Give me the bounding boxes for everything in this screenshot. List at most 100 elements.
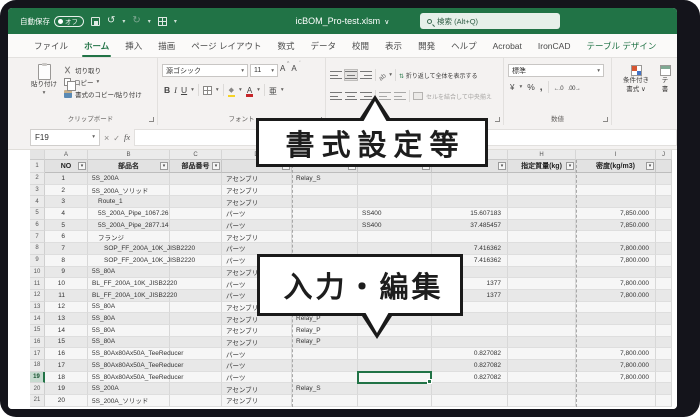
paste-button[interactable]: 貼り付け ▾ [28, 62, 60, 113]
cut-button[interactable]: 切り取り [64, 65, 142, 75]
column-header-NO[interactable]: NO▾ [45, 160, 88, 173]
cell-H2[interactable] [508, 173, 576, 185]
cell-H10[interactable] [508, 267, 576, 279]
cell-A12[interactable]: 11 [45, 290, 88, 302]
column-header-指定質量(kg)[interactable]: 指定質量(kg)▾ [508, 160, 576, 173]
cell-C13[interactable] [170, 302, 222, 314]
cell-D21[interactable]: アセンブリ [222, 395, 292, 407]
decrease-decimal-icon[interactable] [568, 83, 580, 92]
increase-indent-icon[interactable] [394, 91, 406, 101]
qat-customize-icon[interactable] [158, 17, 167, 26]
conditional-formatting-button[interactable]: 条件付き 書式 ∨ [616, 62, 656, 93]
fill-color-caret-icon[interactable]: ▾ [239, 87, 242, 93]
undo-caret-icon[interactable]: ▾ [122, 18, 125, 25]
cell-G21[interactable] [432, 395, 508, 407]
cell-B3[interactable]: 5S_200A_ソリッド [88, 185, 170, 197]
cell-H14[interactable] [508, 313, 576, 325]
filter-icon[interactable]: ▾ [160, 162, 168, 170]
cell-I13[interactable] [576, 302, 656, 314]
row-header-21[interactable]: 21 [30, 395, 45, 407]
cell-H11[interactable] [508, 278, 576, 290]
cell-J9[interactable] [656, 255, 672, 267]
currency-caret-icon[interactable]: ▾ [519, 84, 522, 90]
percent-icon[interactable] [527, 82, 535, 92]
cell-B18[interactable]: 5S_80Ax80Ax50A_TeeReducer [88, 360, 170, 372]
row-header-2[interactable]: 2 [30, 173, 45, 185]
tab-数式[interactable]: 数式 [270, 34, 303, 57]
cell-C16[interactable] [170, 337, 222, 349]
cell-D18[interactable]: パーツ [222, 360, 292, 372]
cancel-icon[interactable] [104, 128, 109, 146]
cell-I3[interactable] [576, 185, 656, 197]
cell-B17[interactable]: 5S_80Ax80Ax50A_TeeReducer [88, 348, 170, 360]
row-header-14[interactable]: 14 [30, 313, 45, 325]
cell-J15[interactable] [656, 325, 672, 337]
cell-A17[interactable]: 16 [45, 348, 88, 360]
column-header-部品名[interactable]: 部品名▾ [88, 160, 170, 173]
cell-A16[interactable]: 15 [45, 337, 88, 349]
align-middle-icon[interactable] [345, 70, 357, 80]
row-header-1[interactable]: 1 [30, 160, 45, 173]
cell-D15[interactable]: アセンブリ [222, 325, 292, 337]
bold-button[interactable] [164, 85, 170, 95]
align-left-icon[interactable] [330, 91, 342, 101]
tab-ページ レイアウト[interactable]: ページ レイアウト [183, 34, 269, 57]
cell-H6[interactable] [508, 220, 576, 232]
row-header-6[interactable]: 6 [30, 220, 45, 232]
cell-A13[interactable]: 12 [45, 302, 88, 314]
row-header-10[interactable]: 10 [30, 267, 45, 279]
cell-H19[interactable] [508, 372, 576, 384]
cell-C7[interactable] [170, 231, 222, 243]
cell-A5[interactable]: 4 [45, 208, 88, 220]
cell-H9[interactable] [508, 255, 576, 267]
cell-E4[interactable] [292, 196, 358, 208]
cell-E3[interactable] [292, 185, 358, 197]
tab-ホーム[interactable]: ホーム [76, 34, 117, 57]
cell-H20[interactable] [508, 383, 576, 395]
cell-J11[interactable] [656, 278, 672, 290]
cell-G19[interactable]: 0.827082 [432, 372, 508, 384]
column-letter-C[interactable]: C [170, 150, 222, 160]
cell-C3[interactable] [170, 185, 222, 197]
cell-A8[interactable]: 7 [45, 243, 88, 255]
cell-J10[interactable] [656, 267, 672, 279]
cell-F21[interactable] [358, 395, 432, 407]
cell-C2[interactable] [170, 173, 222, 185]
column-letter-I[interactable]: I [576, 150, 656, 160]
cell-D7[interactable]: アセンブリ [222, 231, 292, 243]
cell-J18[interactable] [656, 360, 672, 372]
cell-F5[interactable]: SS400 [358, 208, 432, 220]
cell-B5[interactable]: 5S_200A_Pipe_1067.26 [88, 208, 170, 220]
align-center-icon[interactable] [345, 91, 357, 101]
cell-G17[interactable]: 0.827082 [432, 348, 508, 360]
alignment-dialog-launcher-icon[interactable] [495, 117, 500, 122]
cell-D3[interactable]: アセンブリ [222, 185, 292, 197]
cell-E16[interactable]: Relay_P [292, 337, 358, 349]
insert-function-icon[interactable]: fx [124, 132, 130, 142]
cell-G3[interactable] [432, 185, 508, 197]
name-box[interactable]: F19 ▾ [30, 129, 100, 146]
cell-F20[interactable] [358, 383, 432, 395]
cell-J21[interactable] [656, 395, 672, 407]
cell-E18[interactable] [292, 360, 358, 372]
cell-I7[interactable] [576, 231, 656, 243]
cell-E19[interactable] [292, 372, 358, 384]
cell-J6[interactable] [656, 220, 672, 232]
cell-F7[interactable] [358, 231, 432, 243]
autosave-toggle[interactable]: 自動保存 オフ [20, 16, 84, 27]
cell-H12[interactable] [508, 290, 576, 302]
copy-button[interactable]: コピー▾ [64, 77, 142, 87]
cell-A3[interactable]: 2 [45, 185, 88, 197]
cell-B9[interactable]: SOP_FF_200A_10K_JISB2220 [88, 255, 170, 267]
cell-D17[interactable]: パーツ [222, 348, 292, 360]
cell-G4[interactable] [432, 196, 508, 208]
borders-caret-icon[interactable]: ▾ [216, 87, 219, 93]
currency-icon[interactable] [510, 83, 514, 92]
cell-G2[interactable] [432, 173, 508, 185]
cell-B21[interactable]: 5S_200A_ソリッド [88, 395, 170, 407]
font-color-caret-icon[interactable]: ▾ [257, 87, 260, 93]
cell-A10[interactable]: 9 [45, 267, 88, 279]
cell-B7[interactable]: フランジ [88, 231, 170, 243]
cell-H4[interactable] [508, 196, 576, 208]
cell-B4[interactable]: Route_1 [88, 196, 170, 208]
